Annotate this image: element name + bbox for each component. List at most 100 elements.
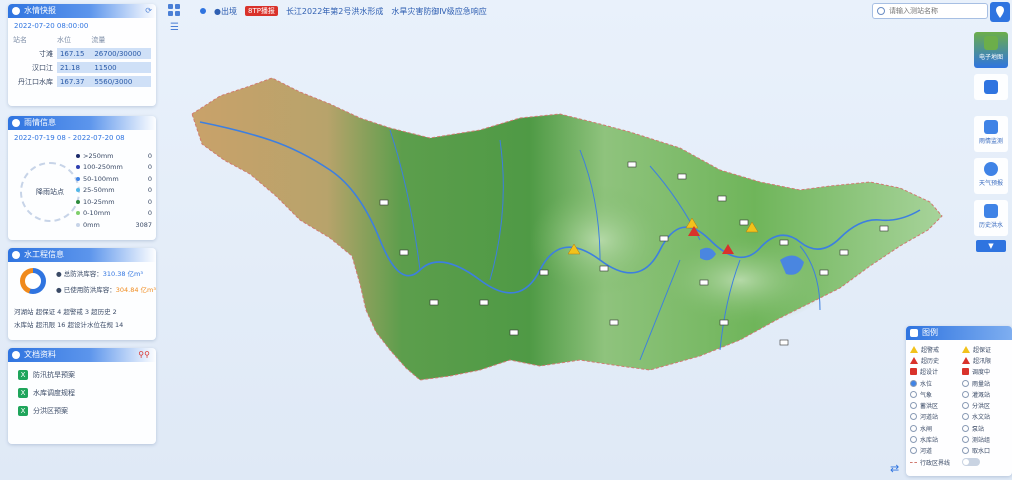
legend-toggle-item[interactable]: [962, 457, 1012, 467]
legend-dot-icon: [76, 199, 80, 204]
weather-button[interactable]: 天气预报: [974, 158, 1008, 194]
history-button[interactable]: 历史洪水: [974, 200, 1008, 236]
document-item[interactable]: X 防汛抗旱预案: [18, 370, 75, 380]
legend-item[interactable]: 50-100mm 0: [76, 173, 156, 185]
legend-count: 0: [147, 151, 152, 160]
capacity-value: 310.38 亿m³: [102, 270, 143, 278]
legend-item[interactable]: 河道: [910, 446, 962, 456]
legend-item[interactable]: 0-10mm 0: [76, 208, 156, 220]
station-marker[interactable]: [659, 235, 669, 242]
station-marker[interactable]: [609, 319, 619, 326]
station-search[interactable]: [872, 3, 988, 19]
legend-count: 0: [147, 174, 152, 183]
station-marker[interactable]: [509, 329, 519, 336]
map-view-button[interactable]: 电子地图: [974, 32, 1008, 68]
station-marker[interactable]: [627, 161, 637, 168]
basin-map[interactable]: [180, 70, 956, 400]
station-marker[interactable]: [677, 173, 687, 180]
document-item[interactable]: X 水库调度规程: [18, 388, 75, 398]
legend-item[interactable]: >250mm 0: [76, 150, 156, 162]
station-marker[interactable]: [379, 199, 389, 206]
document-item[interactable]: X 分洪区预案: [18, 406, 68, 416]
legend-label: 调度中: [972, 369, 991, 377]
legend-item[interactable]: 蓄洪区: [910, 400, 962, 410]
legend-label: 超保证: [973, 346, 992, 354]
legend-label: 100-250mm: [83, 163, 123, 172]
station-marker[interactable]: [479, 299, 489, 306]
rain-gauge-icon: [962, 379, 969, 387]
news-ticker[interactable]: ●出境 8TP播报 长江2022年第2号洪水形成 水旱灾害防御Ⅳ级应急响应: [200, 4, 487, 18]
sluice-icon: [910, 424, 917, 432]
documents-panel: 文档资料 ⚲⚲ X 防汛抗旱预案 X 水库调度规程 X 分洪区预案: [8, 348, 156, 444]
rain-time-range[interactable]: 2022-07-19 08 - 2022-07-20 08: [8, 130, 156, 146]
legend-item[interactable]: 调度中: [962, 367, 1012, 377]
legend-item[interactable]: 25-50mm 0: [76, 185, 156, 197]
legend-item[interactable]: 气象: [910, 389, 962, 399]
danger-triangle-icon: [962, 356, 970, 364]
legend-item[interactable]: 10-25mm 0: [76, 196, 156, 208]
menu-toggle-icon[interactable]: ☰: [170, 22, 179, 33]
legend-item[interactable]: 超历史: [910, 355, 962, 365]
warning-triangle-icon: [910, 345, 918, 353]
station-marker[interactable]: [699, 279, 709, 286]
legend-item[interactable]: 0mm 3087: [76, 219, 156, 231]
legend-item[interactable]: 超设计: [910, 367, 962, 377]
toggle-switch[interactable]: [962, 458, 980, 467]
station-marker[interactable]: [719, 319, 729, 326]
station-marker[interactable]: [717, 195, 727, 202]
station-marker[interactable]: [599, 265, 609, 272]
station-marker[interactable]: [539, 269, 549, 276]
legend-item[interactable]: 取水口: [962, 446, 1012, 456]
reservoir-icon: [910, 436, 917, 444]
station-marker[interactable]: [879, 225, 889, 232]
reservoir-stats[interactable]: 水库站 超汛限 16 超设计水位在规 14: [14, 319, 123, 332]
station-marker[interactable]: [739, 219, 749, 226]
legend-count: 0: [147, 163, 152, 172]
legend-label: 雨量站: [972, 380, 991, 388]
collapse-sidebar-button[interactable]: ▼: [976, 240, 1006, 252]
station-marker[interactable]: [399, 249, 409, 256]
station-marker[interactable]: [429, 299, 439, 306]
rain-monitor-button[interactable]: 雨情监测: [974, 116, 1008, 152]
legend-item[interactable]: 泵站: [962, 423, 1012, 433]
station-marker[interactable]: [779, 339, 789, 346]
table-row[interactable]: 丹江口水库 167.37 5560/3000: [13, 76, 151, 87]
refresh-icon[interactable]: ⟳: [145, 4, 152, 18]
legend-item[interactable]: 灌溉站: [962, 389, 1012, 399]
legend-item[interactable]: 水位: [910, 378, 962, 388]
river-station-stats[interactable]: 河湖站 超保证 4 超警戒 3 超历史 2: [14, 306, 123, 319]
legend-item[interactable]: 超汛限: [962, 355, 1012, 365]
water-report-panel: 水情快报 ⟳ 2022-07-20 08:00:00 站名 水位 流量 寸滩 1…: [8, 4, 156, 106]
location-pin-button[interactable]: [990, 2, 1010, 22]
station-marker[interactable]: [819, 269, 829, 276]
river-station-icon: [910, 413, 917, 421]
gauge-icon: [910, 368, 917, 376]
ticker-item[interactable]: 长江2022年第2号洪水形成: [286, 6, 383, 17]
legend-item[interactable]: 水库站: [910, 434, 962, 444]
legend-item[interactable]: 水闸: [910, 423, 962, 433]
legend-item[interactable]: 行政区界线: [910, 457, 962, 467]
legend-item[interactable]: 测站组: [962, 434, 1012, 444]
locate-button[interactable]: [974, 74, 1008, 100]
legend-item[interactable]: 超保证: [962, 344, 1012, 354]
search-input[interactable]: [889, 5, 985, 17]
level-value: 21.18: [56, 62, 92, 73]
legend-label: 河道站: [920, 414, 939, 422]
legend-item[interactable]: 100-250mm 0: [76, 162, 156, 174]
legend-item[interactable]: 河道站: [910, 412, 962, 422]
location-marker-icon[interactable]: ⚲⚲: [138, 350, 150, 359]
table-row[interactable]: 寸滩 167.15 26700/30000: [13, 48, 151, 59]
legend-item[interactable]: 分洪区: [962, 400, 1012, 410]
intake-icon: [962, 447, 969, 455]
map-legend: 图例 超警戒 超保证 超历史 超汛限 超设计 调度中 水位 雨量站 气象 灌溉站…: [906, 326, 1012, 476]
legend-item[interactable]: 超警戒: [910, 344, 962, 354]
legend-item[interactable]: 雨量站: [962, 378, 1012, 388]
legend-item[interactable]: 水文站: [962, 412, 1012, 422]
refresh-icon[interactable]: ⇄: [890, 462, 899, 475]
station-marker[interactable]: [839, 249, 849, 256]
ticker-item[interactable]: 水旱灾害防御Ⅳ级应急响应: [391, 6, 486, 17]
legend-label: 10-25mm: [83, 197, 115, 206]
table-row[interactable]: 汉口江 21.18 11500: [13, 62, 151, 73]
station-marker[interactable]: [779, 239, 789, 246]
app-grid-icon[interactable]: [168, 4, 180, 16]
